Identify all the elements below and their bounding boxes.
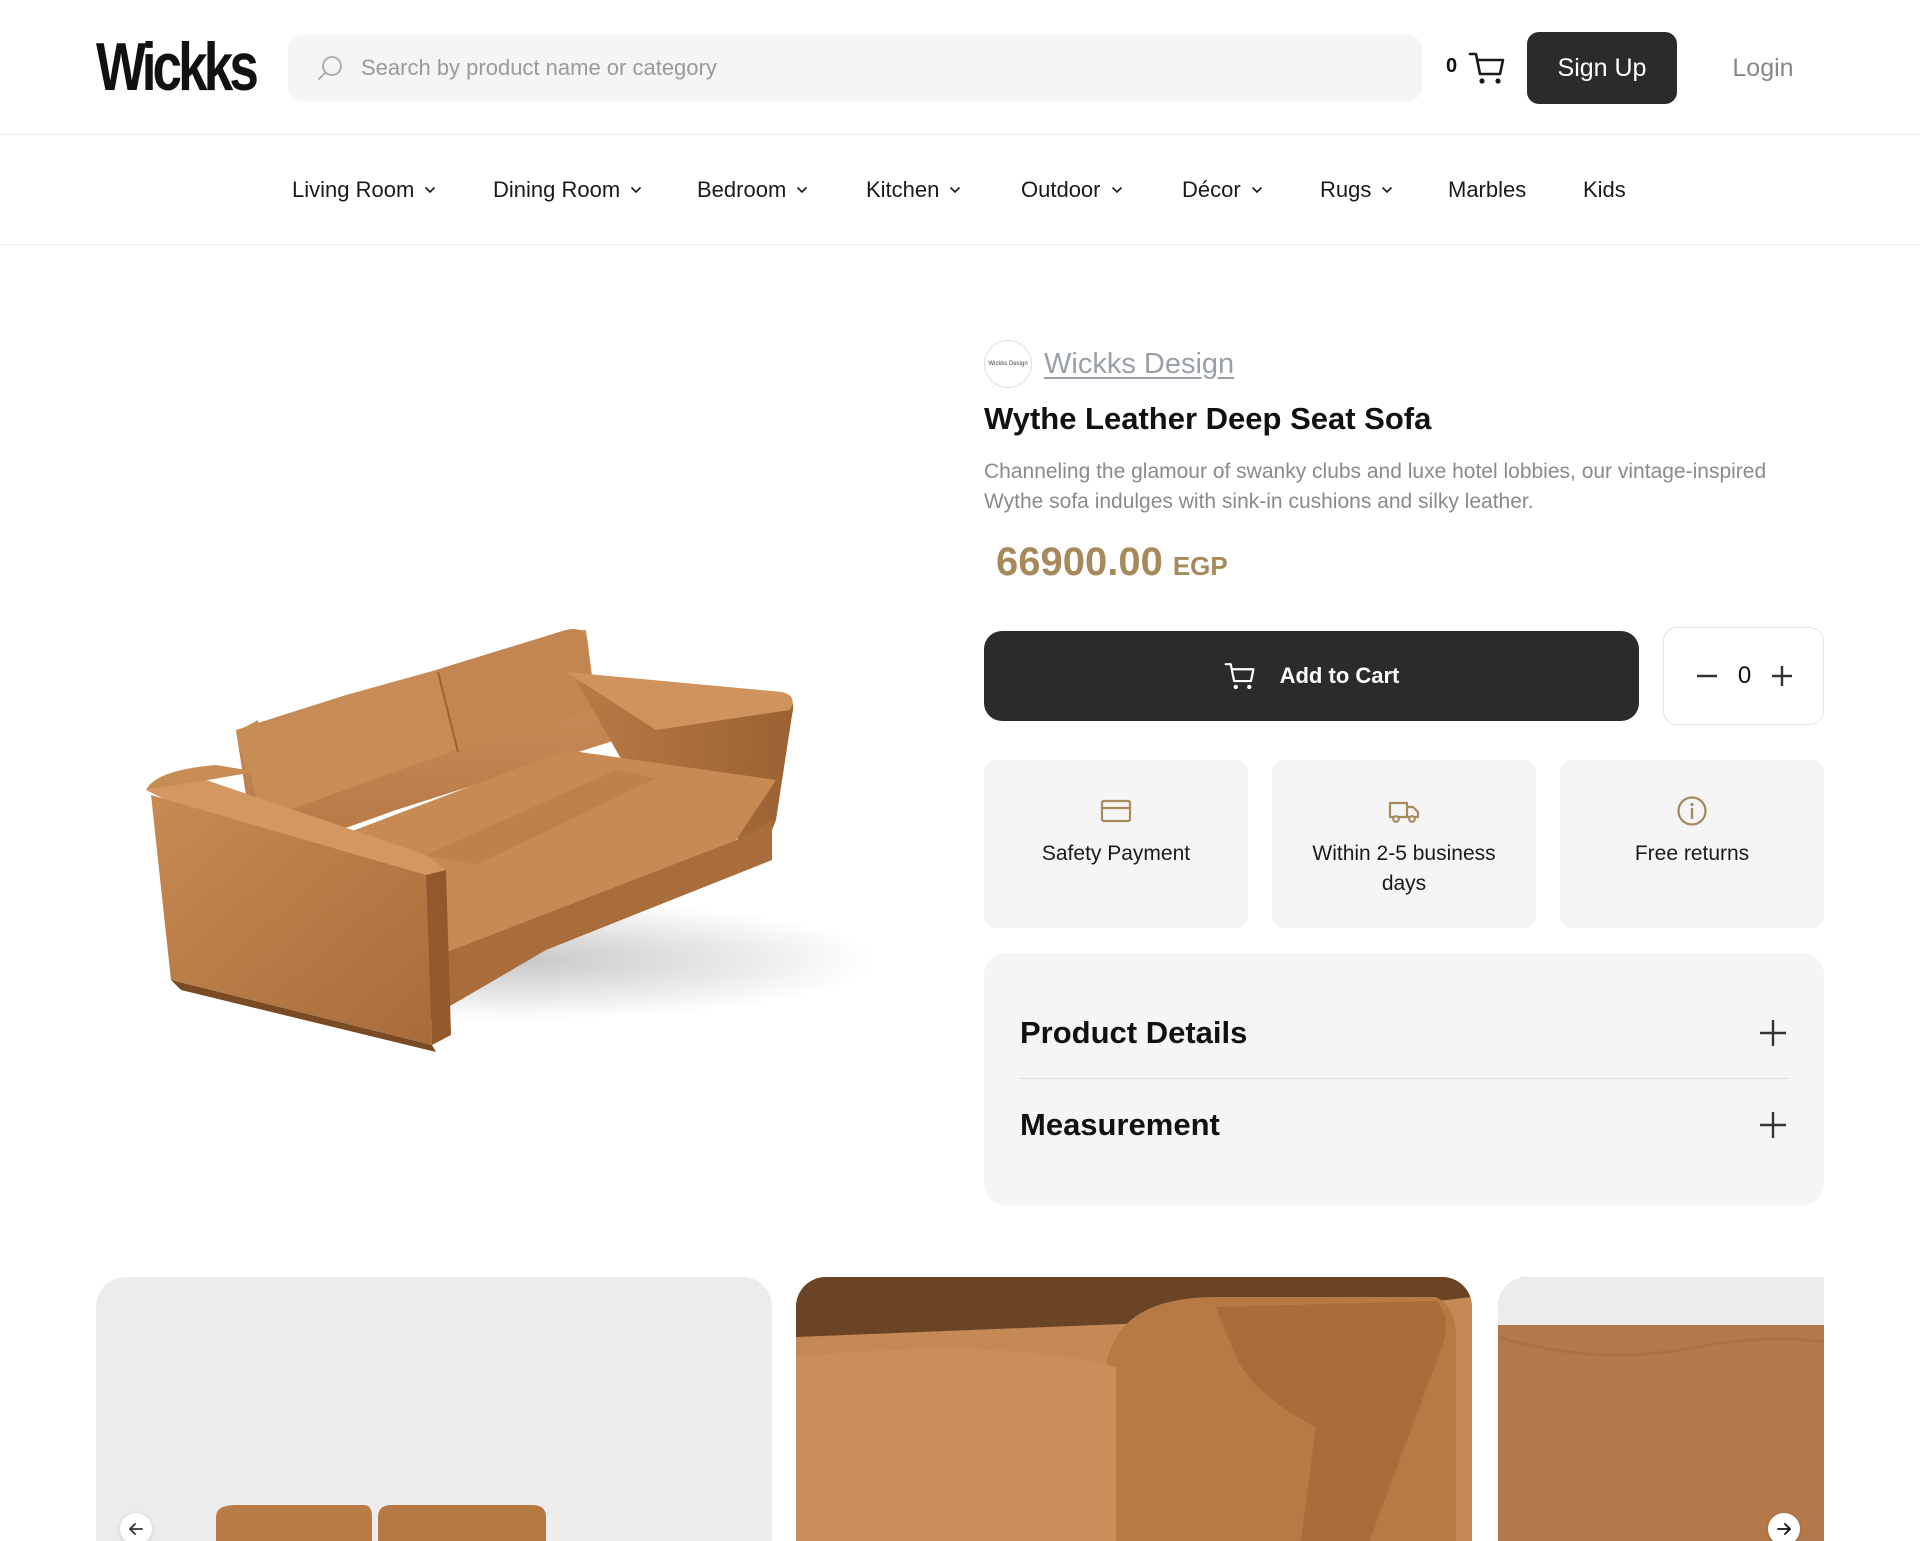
decrement-button[interactable] xyxy=(1694,663,1720,689)
add-to-cart-label: Add to Cart xyxy=(1279,663,1400,688)
nav-item-outdoor[interactable]: Outdoor xyxy=(1021,176,1123,204)
product-gallery xyxy=(96,1277,1824,1541)
arrow-left-icon xyxy=(129,1523,143,1535)
chevron-down-icon xyxy=(950,186,961,194)
feature-label: Free returns xyxy=(1634,842,1750,865)
nav-item-label: Outdoor xyxy=(1021,177,1101,202)
nav-item-label: Marbles xyxy=(1448,177,1527,202)
gallery-prev-button[interactable] xyxy=(120,1513,152,1541)
cart-count-badge: 0 xyxy=(1446,55,1458,77)
nav-item-marbles[interactable]: Marbles xyxy=(1448,176,1526,204)
feature-delivery: Within 2-5 business days xyxy=(1272,760,1536,928)
accordion-title: Product Details xyxy=(1020,1015,1248,1050)
nav-item-bedroom[interactable]: Bedroom xyxy=(697,176,808,204)
chevron-down-icon xyxy=(1111,186,1122,194)
nav-item-label: Décor xyxy=(1182,177,1241,202)
feature-free-returns: Free returns xyxy=(1560,760,1824,928)
price-amount: 66900.00 xyxy=(996,540,1163,584)
product-main-image[interactable] xyxy=(96,300,936,1120)
feature-label: Safety Payment xyxy=(1041,842,1191,865)
cart-icon[interactable] xyxy=(1468,50,1506,86)
brand-logo: Wickks Design xyxy=(984,340,1032,388)
nav-item-living-room[interactable]: Living Room xyxy=(292,176,436,204)
cart-icon xyxy=(1224,663,1255,690)
gallery-next-button[interactable] xyxy=(1768,1513,1800,1541)
search-bar[interactable] xyxy=(288,35,1422,101)
accordion-product-details[interactable]: Product Details xyxy=(1020,988,1788,1079)
nav-item-dining-room[interactable]: Dining Room xyxy=(493,176,642,204)
nav-item-label: Bedroom xyxy=(697,177,787,202)
chevron-down-icon xyxy=(425,186,436,194)
plus-icon[interactable] xyxy=(1758,1110,1788,1140)
nav-item-label: Kitchen xyxy=(866,177,940,202)
price-currency: EGP xyxy=(1172,551,1228,581)
sign-up-button[interactable]: Sign Up xyxy=(1527,32,1677,104)
search-icon xyxy=(315,53,345,83)
nav-item-kids[interactable]: Kids xyxy=(1583,176,1626,204)
feature-label: Within 2-5 business days xyxy=(1312,842,1496,895)
chevron-down-icon xyxy=(797,186,808,194)
truck-icon xyxy=(1388,801,1420,823)
nav-item-decor[interactable]: Décor xyxy=(1182,176,1263,204)
nav-item-label: Living Room xyxy=(292,177,415,202)
plus-icon xyxy=(1771,666,1792,686)
search-input[interactable] xyxy=(361,35,1422,101)
nav-item-kitchen[interactable]: Kitchen xyxy=(866,176,961,204)
feature-safety-payment: Safety Payment xyxy=(984,760,1248,928)
info-icon xyxy=(1677,796,1707,826)
product-title: Wythe Leather Deep Seat Sofa xyxy=(984,401,1432,436)
accordion-measurement[interactable]: Measurement xyxy=(1020,1079,1788,1170)
chevron-down-icon xyxy=(1382,186,1393,194)
login-link[interactable]: Login xyxy=(1700,50,1826,86)
add-to-cart-button[interactable]: Add to Cart xyxy=(984,631,1639,721)
product-description: Channeling the glamour of swanky clubs a… xyxy=(984,460,1767,513)
site-header: Wickks 0 Sign Up Login xyxy=(0,0,1920,135)
chevron-down-icon xyxy=(1251,186,1262,194)
minus-icon xyxy=(1697,674,1717,678)
site-logo[interactable]: Wickks xyxy=(96,30,259,104)
gallery-image-front[interactable] xyxy=(96,1277,772,1541)
quantity-stepper[interactable]: 0 xyxy=(1663,627,1824,725)
quantity-value: 0 xyxy=(1737,662,1752,689)
increment-button[interactable] xyxy=(1769,663,1795,689)
product-price: 66900.00 EGP xyxy=(996,540,1228,585)
brand-name-link[interactable]: Wickks Design xyxy=(1044,348,1234,381)
gallery-image-detail[interactable] xyxy=(796,1277,1472,1541)
nav-item-label: Dining Room xyxy=(493,177,621,202)
brand-link[interactable]: Wickks Design Wickks Design xyxy=(984,340,1234,388)
accordion-title: Measurement xyxy=(1020,1106,1220,1142)
credit-card-icon xyxy=(1100,799,1132,823)
gallery-image-texture[interactable] xyxy=(1498,1277,1824,1541)
nav-item-label: Rugs xyxy=(1320,177,1372,202)
product-info-accordion: Product Details Measurement xyxy=(984,953,1824,1205)
arrow-right-icon xyxy=(1777,1523,1791,1535)
plus-icon[interactable] xyxy=(1758,1018,1788,1048)
nav-item-rugs[interactable]: Rugs xyxy=(1320,176,1393,204)
category-nav: Living Room Dining Room Bedroom Kitchen … xyxy=(0,136,1920,245)
chevron-down-icon xyxy=(631,186,642,194)
nav-item-label: Kids xyxy=(1583,177,1626,202)
